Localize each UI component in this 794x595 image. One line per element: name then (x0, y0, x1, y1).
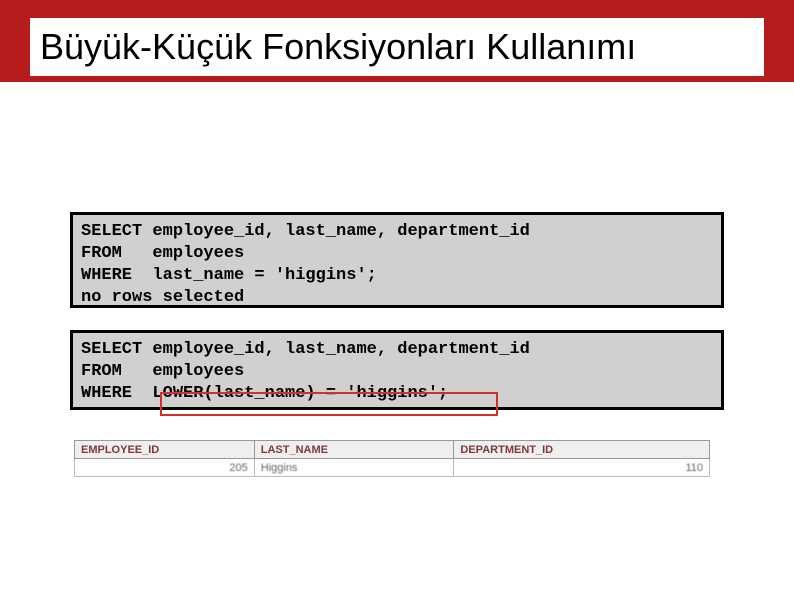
column-header-last-name: LAST_NAME (254, 441, 454, 459)
query-result-table: EMPLOYEE_ID LAST_NAME DEPARTMENT_ID 205 … (74, 440, 710, 477)
column-header-employee-id: EMPLOYEE_ID (75, 441, 255, 459)
table-row: 205 Higgins 110 (75, 459, 710, 477)
slide-title: Büyük-Küçük Fonksiyonları Kullanımı (30, 18, 764, 76)
sql-code-block-2: SELECT employee_id, last_name, departmen… (70, 330, 724, 410)
code-line: WHERE last_name = 'higgins'; (81, 266, 377, 285)
column-header-department-id: DEPARTMENT_ID (454, 441, 710, 459)
code-line: no rows selected (81, 288, 244, 307)
cell-last-name: Higgins (254, 459, 454, 477)
code-line: FROM employees (81, 362, 244, 381)
code-line: SELECT employee_id, last_name, departmen… (81, 340, 530, 359)
cell-department-id: 110 (454, 459, 710, 477)
code-line: FROM employees (81, 244, 244, 263)
cell-employee-id: 205 (75, 459, 255, 477)
sql-code-block-1: SELECT employee_id, last_name, departmen… (70, 212, 724, 308)
table-header-row: EMPLOYEE_ID LAST_NAME DEPARTMENT_ID (75, 441, 710, 459)
code-line: SELECT employee_id, last_name, departmen… (81, 222, 530, 241)
code-line: WHERE LOWER(last_name) = 'higgins'; (81, 384, 448, 403)
